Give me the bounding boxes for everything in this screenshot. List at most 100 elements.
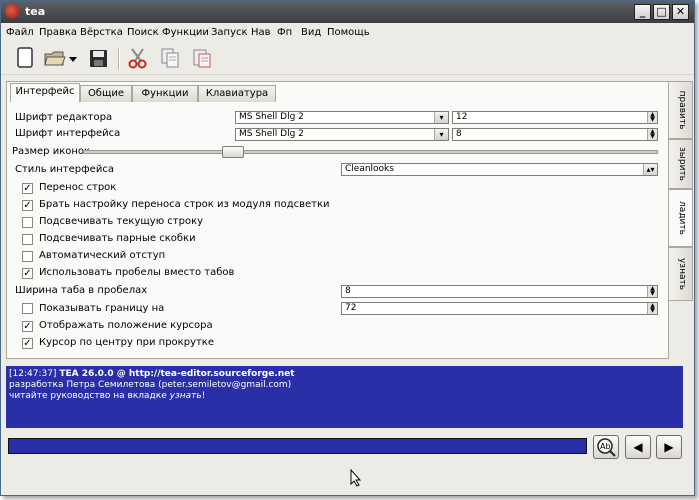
style-label: Стиль интерфейса — [15, 164, 114, 175]
tab-interface[interactable]: Интерфейс — [10, 83, 80, 102]
log-line-3: читайте руководство на вкладке узнать! — [9, 391, 680, 402]
tab-general[interactable]: Общие — [80, 85, 132, 102]
menu-nav[interactable]: Нав — [251, 27, 271, 38]
log-timestamp: [12:47:37] — [9, 369, 57, 379]
editor-font-label: Шрифт редактора — [15, 112, 113, 123]
option-label: Подсвечивать текущую строку — [39, 216, 204, 227]
menu-edit[interactable]: Правка — [39, 27, 77, 38]
spin-arrows-icon: ▴▾ — [643, 164, 657, 175]
menu-run[interactable]: Запуск — [211, 27, 248, 38]
open-file-icon[interactable] — [43, 46, 67, 70]
close-button[interactable]: ✕ — [672, 4, 689, 20]
toolbar-separator — [118, 48, 120, 70]
arrow-left-icon: ◀ — [633, 440, 643, 454]
tab-functions[interactable]: Функции — [132, 85, 198, 102]
menu-search[interactable]: Поиск — [127, 27, 159, 38]
margin-spinbox[interactable]: 72 ▲ ▼ — [341, 302, 658, 315]
spin-arrows-icon: ▲ ▼ — [647, 286, 657, 297]
option-checkbox[interactable]: ✓ — [22, 268, 33, 279]
paste-icon[interactable] — [190, 46, 214, 70]
margin-checkbox[interactable] — [22, 303, 33, 314]
menu-functions[interactable]: Функции — [162, 27, 209, 38]
arrow-right-icon: ▶ — [664, 440, 674, 454]
editor-font-value: MS Shell Dlg 2 — [239, 112, 304, 122]
tab-keyboard[interactable]: Клавиатура — [198, 85, 276, 102]
find-button[interactable]: Ab — [593, 435, 619, 459]
minimize-button[interactable]: _ — [634, 4, 651, 20]
side-tab-view-label: зырить — [677, 146, 687, 181]
spin-arrows-icon: ▲ ▼ — [647, 112, 657, 123]
option-checkbox[interactable]: ✓ — [22, 200, 33, 211]
ui-font-size-value: 8 — [456, 129, 462, 139]
option-label: Подсвечивать парные скобки — [39, 233, 196, 244]
spin-arrows-icon: ▲ ▼ — [647, 129, 657, 140]
option-checkbox[interactable]: ✓ — [22, 338, 33, 349]
side-tab-learn-label: узнать — [677, 257, 687, 291]
side-tab-bar: править зырить ладить узнать — [669, 81, 693, 301]
margin-value: 72 — [345, 303, 357, 313]
margin-label: Показывать границу на — [39, 303, 165, 314]
tab-width-label: Ширина таба в пробелах — [15, 285, 148, 296]
ui-font-combo[interactable]: MS Shell Dlg 2 ▾ — [235, 128, 449, 141]
log-hint-end: ! — [201, 391, 206, 401]
option-label: Курсор по центру при прокрутке — [39, 337, 214, 348]
dropdown-arrow-icon[interactable] — [68, 46, 78, 70]
menu-markup[interactable]: Вёрстка — [80, 27, 123, 38]
ui-font-label: Шрифт интерфейса — [15, 128, 121, 139]
save-icon[interactable] — [87, 46, 111, 70]
editor-font-size-spinbox[interactable]: 12 ▲ ▼ — [452, 111, 658, 124]
menu-help[interactable]: Помощь — [327, 27, 370, 38]
option-checkbox[interactable]: ✓ — [22, 183, 33, 194]
app-icon — [5, 4, 20, 19]
menu-bar: Файл Правка Вёрстка Поиск Функции Запуск… — [1, 23, 694, 42]
find-in-files-input[interactable] — [8, 438, 587, 454]
spin-arrows-icon: ▲ ▼ — [647, 303, 657, 314]
tab-width-value: 8 — [345, 286, 351, 296]
option-label: Брать настройку переноса строк из модуля… — [39, 199, 330, 210]
side-tab-edit[interactable]: править — [669, 81, 693, 139]
log-line-2: разработка Петра Семилетова (peter.semil… — [9, 380, 292, 390]
option-checkbox[interactable]: ✓ — [22, 321, 33, 332]
option-label: Использовать пробелы вместо табов — [39, 267, 235, 278]
side-tab-learn[interactable]: узнать — [669, 247, 693, 301]
log-line-1: [12:47:37] TEA 26.0.0 @ http://tea-edito… — [9, 369, 680, 380]
menu-view[interactable]: Вид — [301, 27, 321, 38]
side-tab-tune-label: ладить — [677, 201, 687, 235]
interface-settings-form: Шрифт редактора MS Shell Dlg 2 ▾ 12 ▲ ▼ Ш… — [8, 102, 667, 357]
svg-text:Ab: Ab — [600, 442, 611, 451]
window-title: tea — [25, 5, 46, 18]
side-tab-view[interactable]: зырить — [669, 139, 693, 189]
option-label: Автоматический отступ — [39, 250, 166, 261]
new-file-icon[interactable] — [13, 46, 37, 70]
editor-font-combo[interactable]: MS Shell Dlg 2 ▾ — [235, 111, 449, 124]
tab-width-spinbox[interactable]: 8 ▲ ▼ — [341, 285, 658, 298]
main-window: tea _ □ ✕ Файл Правка Вёрстка Поиск Функ… — [0, 0, 695, 496]
mouse-cursor-icon — [350, 469, 362, 487]
find-next-button[interactable]: ▶ — [656, 435, 682, 459]
icon-size-slider[interactable] — [83, 150, 658, 154]
cut-icon[interactable] — [126, 46, 150, 70]
icon-size-label: Размер иконок — [12, 146, 91, 157]
splitter-handle[interactable] — [1, 361, 694, 365]
copy-icon[interactable] — [158, 46, 182, 70]
menu-file[interactable]: Файл — [6, 27, 34, 38]
ui-font-size-spinbox[interactable]: 8 ▲ ▼ — [452, 128, 658, 141]
log-hint-tab: узнать — [169, 391, 202, 401]
icon-size-slider-handle[interactable] — [221, 146, 244, 158]
option-checkbox[interactable] — [22, 234, 33, 245]
chevron-down-icon: ▾ — [434, 129, 448, 140]
menu-fm[interactable]: Фп — [277, 27, 292, 38]
side-tab-tune[interactable]: ладить — [669, 189, 693, 247]
log-panel: [12:47:37] TEA 26.0.0 @ http://tea-edito… — [6, 366, 683, 428]
maximize-button[interactable]: □ — [653, 4, 670, 20]
toolbar — [1, 42, 694, 75]
option-checkbox[interactable] — [22, 251, 33, 262]
find-previous-button[interactable]: ◀ — [625, 435, 651, 459]
log-hint: читайте руководство на вкладке — [9, 391, 167, 401]
title-bar[interactable]: tea _ □ ✕ — [1, 1, 694, 23]
style-combo[interactable]: Cleanlooks ▴▾ — [341, 163, 658, 176]
option-label: Перенос строк — [39, 182, 117, 193]
side-tab-edit-label: править — [677, 90, 687, 130]
log-version: TEA 26.0.0 @ http://tea-editor.sourcefor… — [59, 369, 295, 379]
option-checkbox[interactable] — [22, 217, 33, 228]
